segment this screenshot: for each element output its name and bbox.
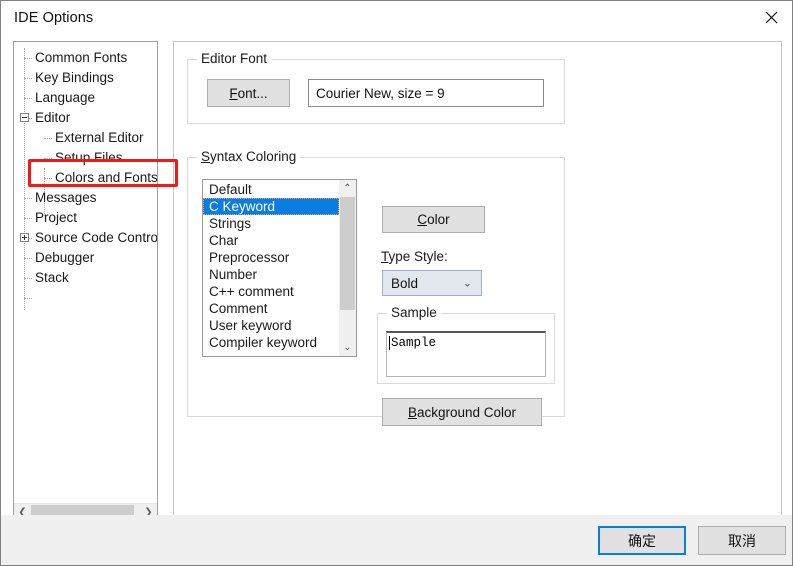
- sidebar-item-external-editor[interactable]: External Editor: [54, 128, 145, 148]
- tree-tick: [44, 138, 52, 140]
- sidebar-item-label: Messages: [35, 190, 97, 205]
- chevron-down-icon[interactable]: ⌄: [463, 277, 472, 290]
- type-style-label: Type Style:: [381, 249, 448, 264]
- sidebar-item-debugger[interactable]: Debugger: [34, 248, 95, 268]
- sample-group: Sample Sample: [377, 305, 555, 384]
- sidebar-item-label: Common Fonts: [35, 50, 128, 65]
- sidebar-item-label: Language: [35, 90, 96, 105]
- list-item[interactable]: Number: [203, 266, 339, 283]
- tree-tick: [44, 158, 52, 160]
- editor-font-value-field[interactable]: Courier New, size = 9: [308, 79, 544, 107]
- ide-options-dialog: IDE Options Common Fonts Key Bindings La…: [0, 0, 793, 566]
- scroll-up-arrow-icon[interactable]: ⌃: [339, 180, 356, 197]
- listbox-items: Default C Keyword Strings Char Preproces…: [203, 181, 339, 351]
- sidebar-item-language[interactable]: Language: [34, 88, 96, 108]
- sample-group-title: Sample: [387, 305, 441, 320]
- page-title: IDE Options: [14, 10, 94, 26]
- tree-tick: [24, 78, 32, 80]
- options-tree-panel[interactable]: Common Fonts Key Bindings Language Edito…: [13, 41, 158, 521]
- tree-tick: [24, 258, 32, 260]
- syntax-coloring-group: Syntax Coloring Default C Keyword String…: [187, 149, 565, 426]
- list-item[interactable]: Char: [203, 232, 339, 249]
- color-button-label: Color: [417, 212, 450, 227]
- tree-tick: [24, 278, 32, 280]
- sidebar-item-project[interactable]: Project: [34, 208, 78, 228]
- sidebar-item-setup-files[interactable]: Setup Files: [54, 148, 124, 168]
- list-item[interactable]: Comment: [203, 300, 339, 317]
- tree-expander-project[interactable]: [20, 233, 29, 242]
- sidebar-item-label: External Editor: [55, 130, 144, 145]
- sidebar-item-label: Debugger: [35, 250, 95, 265]
- tree-tick: [44, 178, 52, 180]
- sidebar-item-editor[interactable]: Editor: [34, 108, 71, 128]
- sidebar-item-common-fonts[interactable]: Common Fonts: [34, 48, 128, 68]
- tree-tick: [24, 98, 32, 100]
- dialog-client-area: Common Fonts Key Bindings Language Edito…: [1, 35, 792, 565]
- ok-button[interactable]: 确定: [598, 526, 686, 555]
- background-color-button[interactable]: Background Color: [382, 398, 542, 426]
- sidebar-item-stack[interactable]: Stack: [34, 268, 70, 288]
- editor-font-value: Courier New, size = 9: [316, 85, 445, 101]
- sample-text: Sample: [391, 336, 437, 350]
- sidebar-item-label: Source Code Contro: [35, 230, 158, 245]
- sidebar-item-label: Editor: [35, 110, 71, 125]
- list-item[interactable]: Preprocessor: [203, 249, 339, 266]
- syntax-coloring-group-title: Syntax Coloring: [197, 149, 301, 164]
- sidebar-item-key-bindings[interactable]: Key Bindings: [34, 68, 115, 88]
- sidebar-item-label: Stack: [35, 270, 69, 285]
- sample-preview-field[interactable]: Sample: [386, 331, 546, 377]
- tree-tick: [24, 198, 32, 200]
- tree-tick: [24, 298, 32, 300]
- font-button-label: Font...: [229, 85, 268, 101]
- sidebar-item-messages[interactable]: Messages: [34, 188, 98, 208]
- dialog-footer: 确定 取消: [1, 515, 792, 565]
- sidebar-item-label: Key Bindings: [35, 70, 114, 85]
- text-caret: [389, 336, 390, 350]
- type-style-value: Bold: [391, 275, 419, 291]
- tree-tick: [24, 218, 32, 220]
- type-style-select[interactable]: Bold ⌄: [382, 270, 482, 296]
- color-button[interactable]: Color: [382, 206, 485, 233]
- list-item[interactable]: C++ comment: [203, 283, 339, 300]
- list-item-selected[interactable]: C Keyword: [203, 198, 339, 215]
- sidebar-item-label: Colors and Fonts: [55, 170, 158, 185]
- close-icon: [765, 11, 778, 24]
- font-button[interactable]: Font...: [207, 79, 290, 107]
- scroll-down-arrow-icon[interactable]: ⌄: [339, 339, 356, 356]
- tree-tick: [24, 58, 32, 60]
- list-item[interactable]: Default: [203, 181, 339, 198]
- editor-font-group-title: Editor Font: [197, 51, 272, 66]
- sidebar-item-colors-and-fonts[interactable]: Colors and Fonts: [54, 168, 158, 188]
- background-color-button-label: Background Color: [407, 404, 517, 420]
- options-content-panel: Editor Font Font... Courier New, size = …: [173, 41, 782, 521]
- sidebar-item-label: Setup Files: [55, 150, 123, 165]
- list-item[interactable]: User keyword: [203, 317, 339, 334]
- title-bar: IDE Options: [1, 1, 792, 35]
- close-button[interactable]: [748, 1, 792, 34]
- tree-expander-editor[interactable]: [20, 113, 29, 122]
- scrollbar-thumb[interactable]: [340, 197, 355, 310]
- syntax-element-listbox[interactable]: Default C Keyword Strings Char Preproces…: [202, 179, 357, 357]
- cancel-button[interactable]: 取消: [698, 526, 786, 555]
- tree-guide-line-root: [24, 48, 26, 310]
- listbox-vertical-scrollbar[interactable]: ⌃ ⌄: [339, 180, 356, 356]
- editor-font-group: Editor Font Font... Courier New, size = …: [187, 51, 565, 124]
- sidebar-item-label: Project: [35, 210, 78, 225]
- list-item[interactable]: Compiler keyword: [203, 334, 339, 351]
- sidebar-item-source-code-control[interactable]: Source Code Contro: [34, 228, 158, 248]
- list-item[interactable]: Strings: [203, 215, 339, 232]
